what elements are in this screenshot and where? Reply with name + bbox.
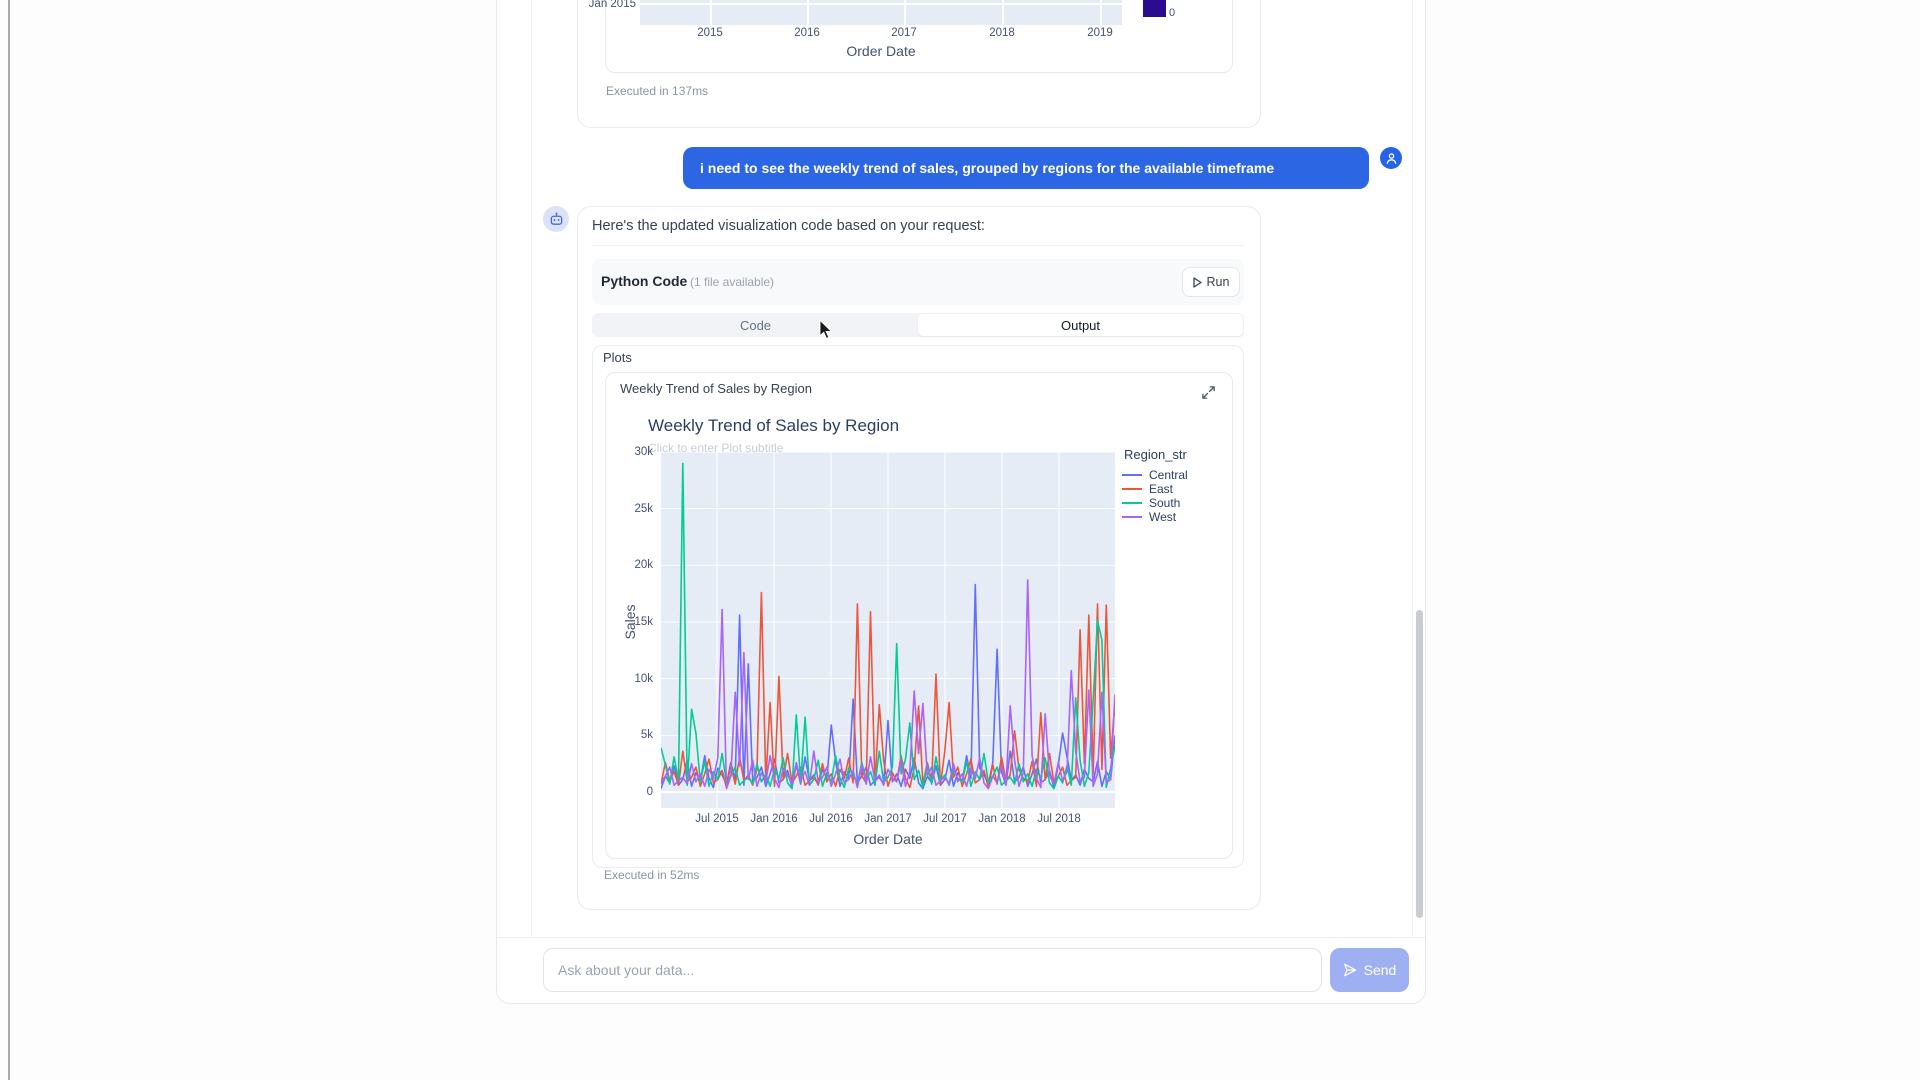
previous-chart-x-axis-label: Order Date	[781, 43, 981, 59]
previous-chart-plot-area[interactable]	[640, 0, 1122, 25]
messages-area-right-border	[1412, 0, 1413, 937]
previous-chart-x-tick: 2018	[989, 27, 1015, 39]
assistant-avatar	[543, 206, 569, 232]
chart-title: Weekly Trend of Sales by Region	[648, 416, 899, 436]
legend-item-south[interactable]: South	[1122, 496, 1188, 510]
messages-area-left-border	[531, 0, 532, 937]
chart-y-axis-label: Sales	[622, 604, 638, 639]
previous-chart-x-tick: 2015	[697, 27, 723, 39]
chart-x-axis-label: Order Date	[788, 831, 988, 847]
tab-code[interactable]: Code	[593, 314, 918, 336]
previous-chart-x-tick: 2017	[891, 27, 917, 39]
legend-swatch	[1122, 474, 1142, 477]
chat-input[interactable]	[543, 948, 1322, 992]
plot-card-title: Weekly Trend of Sales by Region	[620, 381, 812, 396]
user-icon	[1385, 152, 1398, 165]
code-output-tabbar: Code Output	[592, 313, 1244, 337]
chart-x-tick: Jan 2017	[864, 813, 911, 825]
chart-y-tick: 0	[598, 786, 653, 798]
send-button[interactable]: Send	[1330, 948, 1409, 992]
code-widget-title: Python Code	[601, 273, 687, 289]
execution-time: Executed in 52ms	[604, 868, 699, 882]
chart-y-tick: 20k	[598, 559, 653, 571]
previous-chart-line-fragment	[640, 0, 1122, 25]
previous-chart-colorbar-tick: 0	[1169, 7, 1175, 19]
robot-icon	[549, 212, 564, 227]
previous-chart-x-tick: 2019	[1087, 27, 1113, 39]
scrollbar-thumb[interactable]	[1416, 610, 1423, 918]
previous-chart-x-tick: 2016	[794, 27, 820, 39]
chart-y-tick: 30k	[598, 446, 653, 458]
expand-icon	[1201, 385, 1216, 400]
chart-x-tick: Jan 2016	[750, 813, 797, 825]
chart-y-tick: 5k	[598, 729, 653, 741]
legend-swatch	[1122, 502, 1142, 505]
legend-item-central[interactable]: Central	[1122, 468, 1188, 482]
plots-section-label: Plots	[603, 350, 632, 365]
assistant-intro-text: Here's the updated visualization code ba…	[592, 218, 985, 234]
send-icon	[1343, 963, 1357, 977]
chart-y-tick: 10k	[598, 673, 653, 685]
legend-item-east[interactable]: East	[1122, 482, 1188, 496]
legend-swatch	[1122, 516, 1142, 519]
mouse-cursor	[818, 320, 836, 340]
chart-x-tick: Jul 2015	[695, 813, 738, 825]
tab-output[interactable]: Output	[918, 314, 1243, 336]
user-message-bubble: i need to see the weekly trend of sales,…	[683, 147, 1369, 189]
legend-swatch	[1122, 488, 1142, 491]
chart-plot-area[interactable]	[661, 452, 1115, 808]
legend-label: West	[1149, 510, 1176, 524]
composer-top-border	[497, 937, 1425, 938]
expand-plot-button[interactable]	[1198, 382, 1218, 402]
legend-item-west[interactable]: West	[1122, 510, 1188, 524]
play-icon	[1193, 277, 1202, 288]
chart-x-tick: Jul 2016	[809, 813, 852, 825]
chart-x-tick: Jan 2018	[978, 813, 1025, 825]
code-widget-file-count: (1 file available)	[690, 275, 774, 289]
app-window: Jan 2015 2015 2016 2017 2018 2019 Order Date…	[0, 0, 1920, 1080]
previous-chart-y-tick: Jan 2015	[558, 0, 636, 10]
legend-label: Central	[1149, 468, 1188, 482]
divider	[592, 245, 1244, 246]
window-left-edge	[8, 0, 10, 1080]
execution-time-previous: Executed in 137ms	[606, 84, 708, 98]
run-button-label: Run	[1207, 275, 1230, 289]
chart-canvas	[661, 452, 1115, 808]
legend-label: South	[1149, 496, 1180, 510]
chart-x-tick: Jul 2018	[1037, 813, 1080, 825]
run-button[interactable]: Run	[1182, 267, 1240, 297]
send-button-label: Send	[1364, 962, 1397, 978]
chart-y-tick: 25k	[598, 503, 653, 515]
chart-x-tick: Jul 2017	[923, 813, 966, 825]
legend-label: East	[1149, 482, 1173, 496]
previous-chart-colorbar	[1143, 0, 1166, 17]
user-avatar	[1380, 147, 1402, 169]
legend-title: Region_str	[1124, 447, 1188, 462]
code-widget-header: Python Code (1 file available) Run	[592, 259, 1244, 305]
chart-legend: Region_str CentralEastSouthWest	[1122, 447, 1188, 524]
